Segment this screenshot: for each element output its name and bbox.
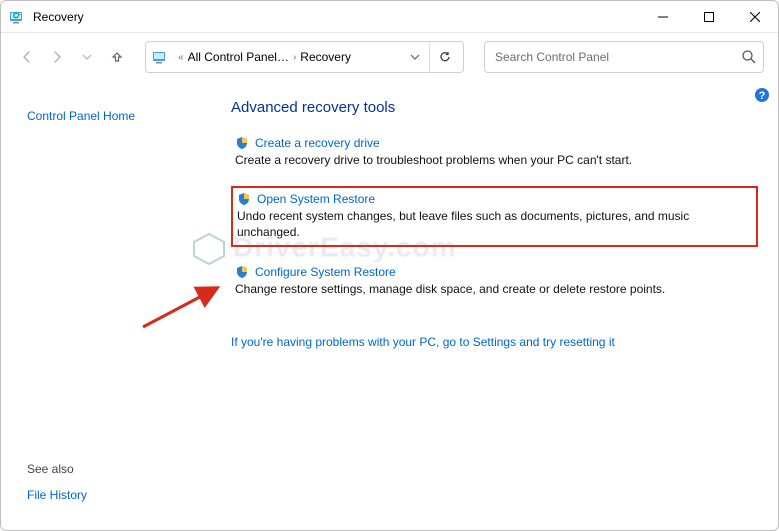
forward-button[interactable] xyxy=(45,45,69,69)
open-system-restore-link[interactable]: Open System Restore xyxy=(257,192,375,206)
help-icon[interactable]: ? xyxy=(754,87,770,103)
recent-dropdown-button[interactable] xyxy=(75,45,99,69)
open-system-restore-desc: Undo recent system changes, but leave fi… xyxy=(237,208,752,240)
svg-text:?: ? xyxy=(759,90,766,102)
tool-create-recovery-drive: Create a recovery drive Create a recover… xyxy=(231,134,758,170)
search-input[interactable] xyxy=(495,50,741,64)
titlebar: Recovery xyxy=(1,1,778,33)
refresh-button[interactable] xyxy=(429,41,459,73)
reset-pc-link[interactable]: If you're having problems with your PC, … xyxy=(231,335,615,349)
search-bar[interactable] xyxy=(484,41,764,73)
create-recovery-drive-desc: Create a recovery drive to troubleshoot … xyxy=(235,152,754,168)
breadcrumb-prefix-icon: « xyxy=(178,52,184,63)
shield-icon xyxy=(237,192,251,206)
file-history-link[interactable]: File History xyxy=(27,488,87,502)
content-area: DriverEasy.com Control Panel Home See al… xyxy=(1,81,778,530)
control-panel-home-link[interactable]: Control Panel Home xyxy=(27,109,211,123)
address-bar[interactable]: « All Control Panel… › Recovery xyxy=(145,41,464,73)
search-icon[interactable] xyxy=(741,49,757,65)
configure-system-restore-desc: Change restore settings, manage disk spa… xyxy=(235,281,754,297)
maximize-button[interactable] xyxy=(686,1,732,32)
page-heading: Advanced recovery tools xyxy=(231,99,758,116)
recovery-app-icon xyxy=(9,9,25,25)
main-pane: ? Advanced recovery tools Create a recov… xyxy=(211,81,778,530)
close-button[interactable] xyxy=(732,1,778,32)
shield-icon xyxy=(235,265,249,279)
create-recovery-drive-link[interactable]: Create a recovery drive xyxy=(255,136,380,150)
address-dropdown-button[interactable] xyxy=(405,43,425,71)
see-also-label: See also xyxy=(27,462,87,476)
up-button[interactable] xyxy=(105,45,129,69)
breadcrumb-segment-all[interactable]: All Control Panel… xyxy=(188,50,289,64)
shield-icon xyxy=(235,136,249,150)
configure-system-restore-link[interactable]: Configure System Restore xyxy=(255,265,396,279)
see-also-section: See also File History xyxy=(27,462,87,504)
navigation-bar: « All Control Panel… › Recovery xyxy=(1,33,778,81)
chevron-right-icon: › xyxy=(293,52,296,63)
back-button[interactable] xyxy=(15,45,39,69)
breadcrumb-segment-recovery[interactable]: Recovery xyxy=(300,50,351,64)
window-title: Recovery xyxy=(33,10,84,24)
recovery-window: Recovery « xyxy=(0,0,779,531)
tool-configure-system-restore: Configure System Restore Change restore … xyxy=(231,263,758,299)
control-panel-icon xyxy=(152,49,168,65)
minimize-button[interactable] xyxy=(640,1,686,32)
tool-open-system-restore: Open System Restore Undo recent system c… xyxy=(231,186,758,246)
